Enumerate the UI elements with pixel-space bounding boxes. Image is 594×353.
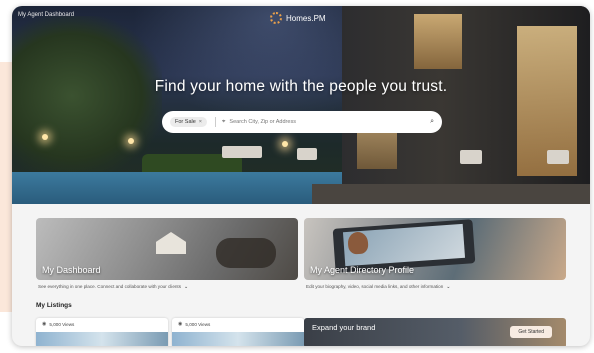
promo-banner: Expand your brand Get Started (304, 318, 566, 346)
listing-card[interactable]: ◉ 5,000 Views (172, 318, 304, 346)
brand-logo[interactable]: Homes.PM (270, 11, 326, 25)
search-icon[interactable]: ⌕ (430, 118, 434, 126)
house-model-image (156, 232, 186, 254)
search-divider (215, 117, 217, 127)
agent-photo (347, 231, 369, 255)
listing-type-label: For Sale (175, 119, 196, 125)
search-bar[interactable]: For Sale× ⌖ ⌕ (162, 111, 442, 133)
hero-deck (312, 184, 590, 204)
listing-thumbnail (172, 332, 304, 346)
patio-sofa (222, 146, 262, 158)
tile-description-text: Edit your biography, video, social media… (306, 284, 444, 289)
promo-text: Expand your brand (312, 323, 376, 332)
hero-pool (12, 172, 342, 204)
hero-headline: Find your home with the people you trust… (154, 78, 448, 95)
tile-title: My Dashboard (42, 265, 101, 275)
patio-chair (547, 150, 569, 164)
tile-title: My Agent Directory Profile (310, 265, 415, 275)
views-count: 5,000 Views (185, 321, 211, 327)
tile-description: Edit your biography, video, social media… (306, 282, 568, 291)
app-window: My Agent Dashboard Homes.PM Find your ho… (12, 6, 590, 346)
listing-card[interactable]: ◉ 5,000 Views (36, 318, 168, 346)
garden-lamp (128, 138, 134, 144)
eye-icon: ◉ (42, 321, 47, 327)
logo-text: Homes.PM (286, 13, 326, 23)
listing-type-chip[interactable]: For Sale × (170, 117, 208, 127)
hand-image (216, 238, 276, 268)
get-started-button[interactable]: Get Started (510, 326, 552, 338)
listing-thumbnail (36, 332, 168, 346)
logo-icon (270, 12, 282, 24)
listing-views: ◉ 5,000 Views (178, 321, 210, 327)
views-count: 5,000 Views (49, 321, 75, 327)
garden-lamp (282, 141, 288, 147)
hero-window (414, 14, 462, 69)
listing-views: ◉ 5,000 Views (42, 321, 74, 327)
search-input[interactable] (229, 119, 431, 125)
hero-trees (12, 16, 162, 176)
my-listings-title: My Listings (36, 302, 72, 309)
hero-banner: My Agent Dashboard Homes.PM Find your ho… (12, 6, 590, 204)
eye-icon: ◉ (178, 321, 183, 327)
close-icon[interactable]: × (199, 119, 202, 125)
chevron-down-icon[interactable]: ⌄ (184, 284, 188, 290)
agent-dashboard-label[interactable]: My Agent Dashboard (18, 12, 74, 18)
agent-directory-profile-tile[interactable]: My Agent Directory Profile (304, 218, 566, 280)
chevron-down-icon[interactable]: ⌄ (446, 284, 450, 290)
garden-lamp (42, 134, 48, 140)
tile-description: See everything in one place. Connect and… (38, 282, 300, 291)
my-dashboard-tile[interactable]: My Dashboard (36, 218, 298, 280)
patio-chair (297, 148, 317, 160)
tile-description-text: See everything in one place. Connect and… (38, 284, 182, 289)
patio-chair (460, 150, 482, 164)
map-pin-icon: ⌖ (222, 118, 226, 125)
